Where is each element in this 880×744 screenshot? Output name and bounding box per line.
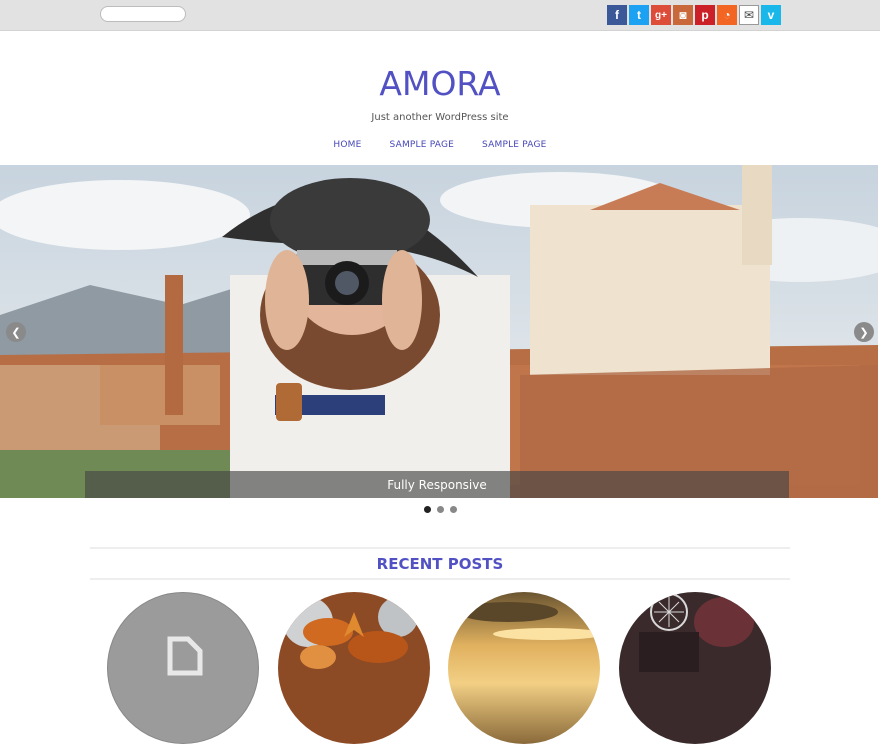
nav-item-sample-page-1[interactable]: SAMPLE PAGE [390, 140, 455, 150]
slide-caption: Fully Responsive [85, 471, 789, 498]
nav-item-home[interactable]: HOME [333, 140, 361, 150]
pinterest-icon[interactable]: p [695, 5, 715, 25]
nav-item-sample-page-2[interactable]: SAMPLE PAGE [482, 140, 547, 150]
slider-pagination [0, 506, 880, 513]
site-title[interactable]: AMORA [0, 64, 880, 103]
recent-posts-heading: RECENT POSTS [376, 555, 504, 573]
slide-image [0, 165, 878, 498]
autumn-leaves-image [278, 592, 430, 744]
slider-dot[interactable] [436, 506, 444, 513]
instagram-icon[interactable]: ◙ [673, 5, 693, 25]
post-thumbnail[interactable] [107, 592, 259, 744]
slider-next-arrow[interactable]: ❯ [854, 322, 874, 342]
dark-photo-image [619, 592, 771, 744]
section-divider [90, 578, 790, 580]
document-placeholder-icon [167, 636, 203, 676]
twitter-icon[interactable]: t [629, 5, 649, 25]
sunset-image [448, 592, 600, 744]
section-divider [90, 547, 790, 549]
email-icon[interactable]: ✉ [739, 5, 759, 25]
facebook-icon[interactable]: f [607, 5, 627, 25]
slider-dot[interactable] [423, 506, 431, 513]
main-nav: HOME SAMPLE PAGE SAMPLE PAGE [0, 140, 880, 150]
hero-slider: ❮ ❯ Fully Responsive [0, 165, 878, 498]
slider-prev-arrow[interactable]: ❮ [6, 322, 26, 342]
vimeo-icon[interactable]: v [761, 5, 781, 25]
rss-icon[interactable]: ◔ [717, 5, 737, 25]
site-tagline: Just another WordPress site [371, 112, 509, 123]
post-thumbnail[interactable] [619, 592, 771, 744]
post-thumbnail[interactable] [278, 592, 430, 744]
top-bar: f t g+ ◙ p ◔ ✉ v [0, 0, 880, 31]
google-plus-icon[interactable]: g+ [651, 5, 671, 25]
search-input[interactable] [100, 6, 186, 22]
post-thumbnail[interactable] [448, 592, 600, 744]
slider-dot[interactable] [449, 506, 457, 513]
social-links: f t g+ ◙ p ◔ ✉ v [607, 5, 781, 25]
